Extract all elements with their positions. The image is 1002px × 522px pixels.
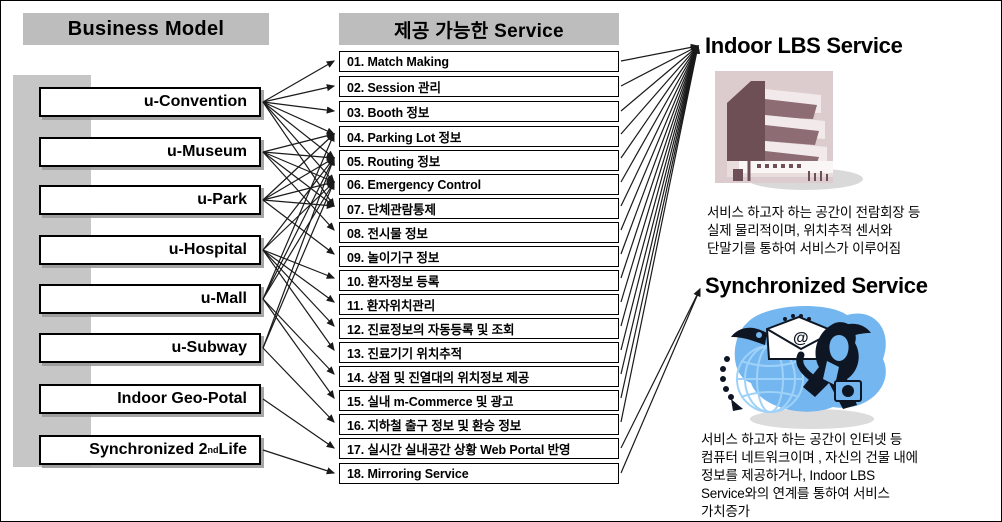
- connector-arrows: [262, 43, 701, 475]
- diagram-canvas: Business Model 제공 가능한 Service u-Conventi…: [0, 0, 1002, 522]
